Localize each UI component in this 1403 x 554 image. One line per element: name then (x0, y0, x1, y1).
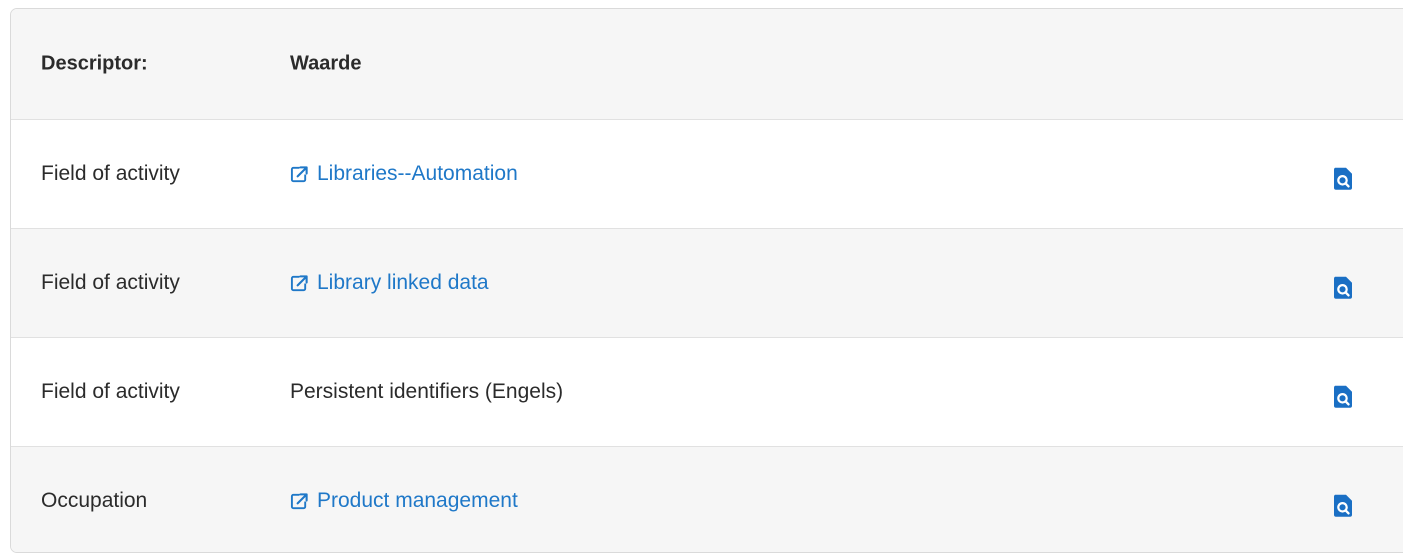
external-link-icon (290, 273, 309, 291)
value-link[interactable]: Libraries--Automation (290, 162, 518, 186)
row-descriptor: Field of activity (41, 380, 180, 403)
table-header-row: Descriptor: Waarde (11, 9, 1403, 119)
value-link[interactable]: Library linked data (290, 271, 489, 295)
row-value: Persistent identifiers (Engels) (290, 380, 564, 403)
row-descriptor: Occupation (41, 489, 148, 512)
value-link-text: Libraries--Automation (317, 162, 518, 185)
header-descriptor: Descriptor: (41, 52, 148, 75)
external-link-icon (290, 491, 309, 509)
value-link-text: Library linked data (317, 271, 489, 294)
document-search-icon[interactable] (1333, 385, 1353, 409)
external-link-icon (290, 164, 309, 182)
header-value: Waarde (290, 52, 362, 75)
descriptor-table: Descriptor: Waarde Field of activity Lib… (10, 8, 1403, 553)
table-row: Field of activity Persistent identifiers… (11, 337, 1403, 446)
value-link[interactable]: Product management (290, 489, 518, 513)
row-descriptor: Field of activity (41, 271, 180, 294)
row-descriptor: Field of activity (41, 162, 180, 185)
table-row: Field of activity Libraries--Automation (11, 119, 1403, 228)
table-row: Field of activity Library linked data (11, 228, 1403, 337)
table-row: Occupation Product management (11, 446, 1403, 552)
document-search-icon[interactable] (1333, 167, 1353, 191)
value-link-text: Product management (317, 489, 518, 512)
document-search-icon[interactable] (1333, 276, 1353, 300)
document-search-icon[interactable] (1333, 494, 1353, 518)
